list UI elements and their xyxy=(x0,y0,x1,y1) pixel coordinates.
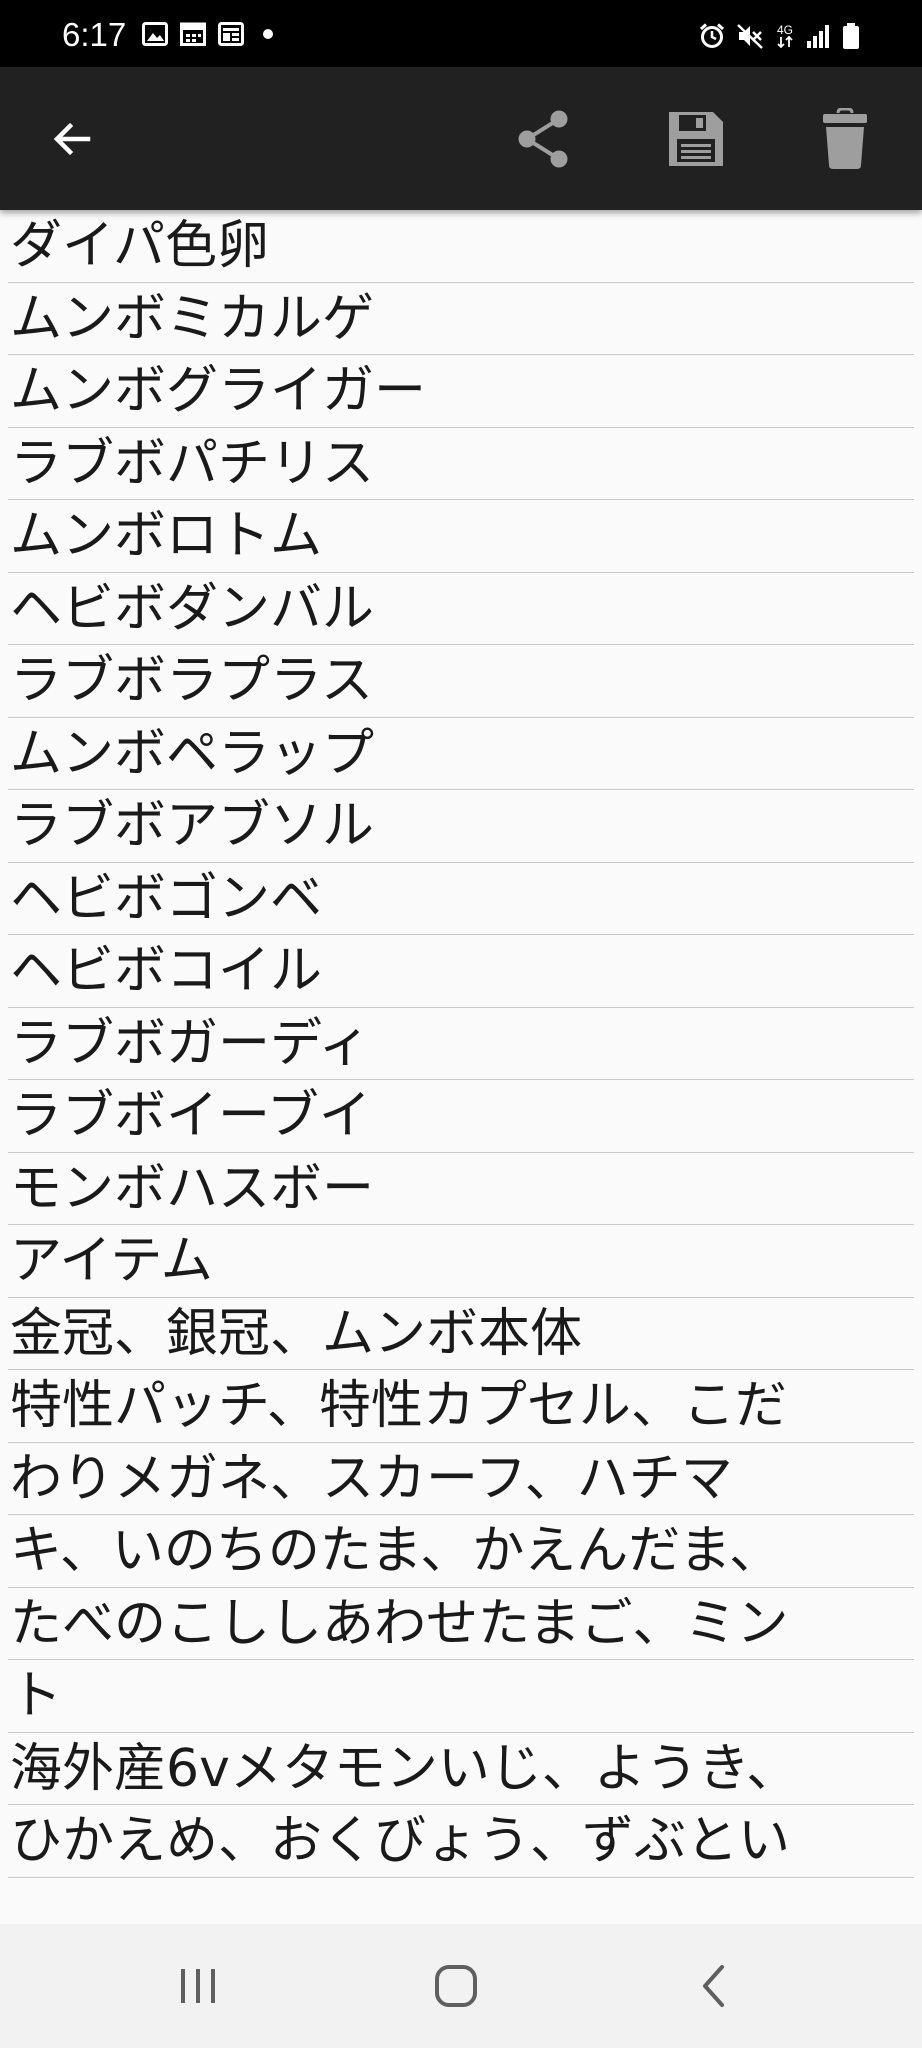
calendar-icon xyxy=(180,22,206,46)
mute-icon xyxy=(736,22,764,50)
note-line[interactable]: ムンボミカルゲ xyxy=(8,283,914,355)
note-line[interactable]: ムンボグライガー xyxy=(8,355,914,428)
app-toolbar xyxy=(0,67,922,210)
note-line[interactable]: ラブボアブソル xyxy=(8,790,914,863)
status-notification-icons xyxy=(142,22,276,46)
back-button[interactable] xyxy=(24,67,120,210)
home-icon xyxy=(435,1965,477,2007)
network-label: 4G xyxy=(776,23,793,37)
share-button[interactable] xyxy=(496,67,592,210)
floppy-disk-icon xyxy=(669,111,723,166)
note-line[interactable]: ムンボペラップ xyxy=(8,718,914,790)
note-line[interactable]: ラブボパチリス xyxy=(8,428,914,500)
delete-button[interactable] xyxy=(797,67,893,210)
note-line[interactable]: ひかえめ、おくびょう、ずぶとい xyxy=(8,1805,914,1878)
note-line[interactable]: 海外産6vメタモンいじ、ようき、 xyxy=(8,1733,914,1805)
network-4g-icon: 4G xyxy=(774,24,796,48)
note-line[interactable]: アイテム xyxy=(8,1225,914,1298)
nav-back-button[interactable] xyxy=(654,1924,774,2048)
alarm-icon xyxy=(698,22,726,50)
share-icon xyxy=(518,110,568,167)
signal-icon xyxy=(806,23,832,49)
note-line[interactable]: ダイパ色卵 xyxy=(8,210,914,283)
status-bar: 6:17 4G xyxy=(0,0,922,67)
battery-icon xyxy=(842,22,860,50)
note-line[interactable]: ヘビボダンバル xyxy=(8,573,914,645)
note-line[interactable]: ラブボイーブイ xyxy=(8,1080,914,1153)
arrow-left-icon xyxy=(53,122,91,155)
system-nav-bar xyxy=(0,1924,922,2048)
news-icon xyxy=(218,22,244,46)
note-line[interactable]: ラブボガーディ xyxy=(8,1008,914,1080)
note-line[interactable]: たべのこししあわせたまご、ミン xyxy=(8,1588,914,1660)
note-body[interactable]: ダイパ色卵 ムンボミカルゲ ムンボグライガー ラブボパチリス ムンボロトム ヘビ… xyxy=(8,210,914,1878)
status-time: 6:17 xyxy=(62,16,127,53)
note-line[interactable]: 金冠、銀冠、ムンボ本体 xyxy=(8,1298,914,1370)
note-line[interactable]: モンボハスボー xyxy=(8,1153,914,1225)
note-line[interactable]: わりメガネ、スカーフ、ハチマ xyxy=(8,1443,914,1515)
note-line[interactable]: ヘビボゴンベ xyxy=(8,863,914,935)
recent-apps-button[interactable] xyxy=(138,1924,258,2048)
trash-icon xyxy=(823,107,867,169)
note-line[interactable]: 特性パッチ、特性カプセル、こだ xyxy=(8,1370,914,1443)
home-button[interactable] xyxy=(396,1924,516,2048)
note-line[interactable]: ムンボロトム xyxy=(8,500,914,573)
status-system-icons: 4G xyxy=(698,22,860,50)
dot-icon xyxy=(256,22,276,46)
note-line[interactable]: ヘビボコイル xyxy=(8,935,914,1008)
recent-apps-icon xyxy=(181,1969,215,2003)
note-line[interactable]: キ、いのちのたま、かえんだま、 xyxy=(8,1515,914,1588)
save-button[interactable] xyxy=(648,67,744,210)
image-icon xyxy=(142,22,168,46)
back-chevron-icon xyxy=(703,1965,724,2007)
note-line[interactable]: ラブボラプラス xyxy=(8,645,914,718)
note-line[interactable]: ト xyxy=(8,1660,914,1733)
